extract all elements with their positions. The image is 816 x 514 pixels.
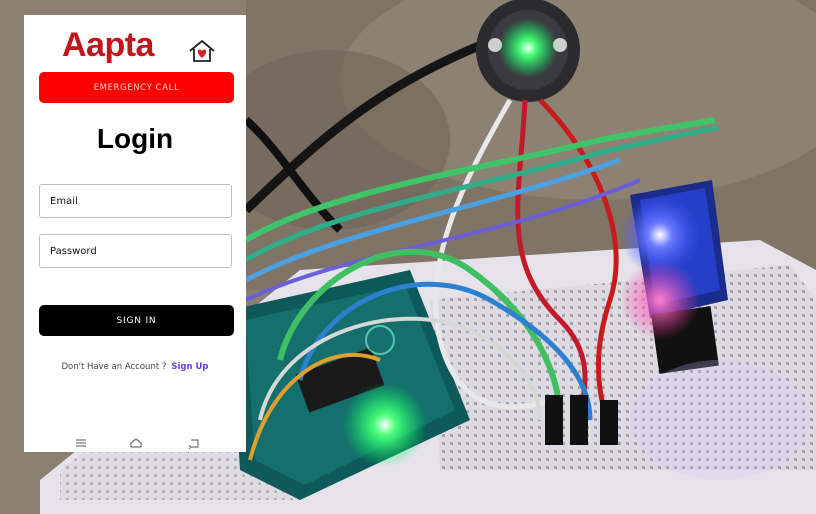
emergency-call-button[interactable]: EMERGENCY CALL [39,72,234,103]
account-prompt-text: Don't Have an Account ? [61,362,167,372]
password-field[interactable] [39,234,232,268]
menu-icon[interactable] [74,436,88,450]
sign-in-button[interactable]: SIGN IN [39,305,234,336]
page-title: Login [96,123,174,154]
signup-prompt: Don't Have an Account ? Sign Up [24,362,246,372]
email-field[interactable] [39,184,232,218]
app-header: Aapta [24,21,246,65]
app-logo-text: Aapta [62,26,154,64]
app-screen: Aapta EMERGENCY CALL Login SIGN IN Don't… [24,15,246,452]
android-nav-bar [24,434,246,452]
back-icon[interactable] [187,436,201,450]
home-icon[interactable] [129,436,143,450]
sign-up-link[interactable]: Sign Up [171,362,208,372]
home-heart-icon [189,40,215,62]
